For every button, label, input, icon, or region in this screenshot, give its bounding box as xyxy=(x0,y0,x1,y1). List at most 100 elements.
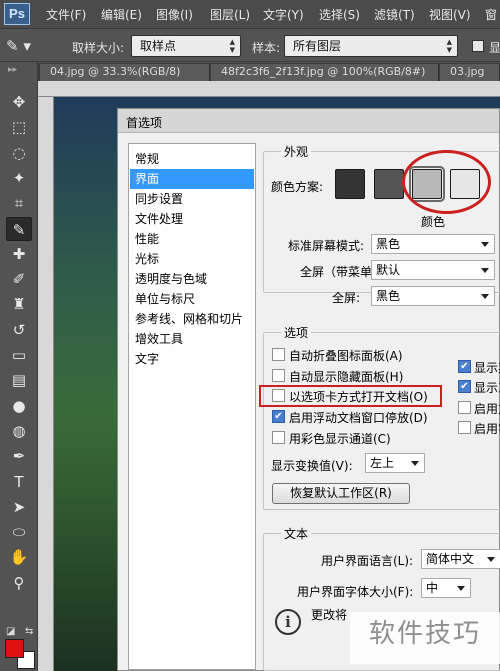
menu-bar: Ps 文件(F) 编辑(E) 图像(I) 图层(L) 文字(Y) 选择(S) 滤… xyxy=(0,0,500,28)
option-checkbox[interactable]: ✔ xyxy=(272,410,285,424)
tab-document-3[interactable]: 03.jpg xyxy=(440,64,500,81)
option-checkbox[interactable] xyxy=(458,420,471,434)
default-colors-icon[interactable]: ◪ xyxy=(6,626,15,637)
zoom-icon[interactable]: ⚲ xyxy=(6,571,32,595)
clone-stamp-icon[interactable]: ♜ xyxy=(6,292,32,316)
menu-layer[interactable]: 图层(L) xyxy=(210,6,250,23)
dropdown-arrow-icon xyxy=(481,294,489,299)
shape-icon[interactable]: ⬭ xyxy=(6,520,32,544)
sidebar-item[interactable]: 常规 xyxy=(135,149,159,169)
ui-language-value: 简体中文 xyxy=(426,552,475,566)
hand-icon[interactable]: ✋ xyxy=(6,545,32,569)
blur-icon[interactable]: ● xyxy=(6,394,32,418)
marquee-icon[interactable]: ⬚ xyxy=(6,115,32,139)
sidebar-item[interactable]: 同步设置 xyxy=(135,189,183,209)
option-checkbox[interactable]: ✔ xyxy=(458,360,471,373)
sidebar-item[interactable]: 透明度与色域 xyxy=(135,269,207,289)
option-checkbox-label: 启用文 xyxy=(474,401,500,416)
eyedropper-icon[interactable]: ✎ xyxy=(6,216,32,241)
dodge-icon[interactable]: ◍ xyxy=(6,419,32,443)
text-group-title: 文本 xyxy=(281,525,312,542)
sidebar-item[interactable]: 单位与标尺 xyxy=(135,289,195,309)
photoshop-logo[interactable]: Ps xyxy=(4,3,30,25)
dialog-title-bar[interactable]: 首选项 xyxy=(118,109,499,133)
menu-window[interactable]: 窗 xyxy=(485,6,497,23)
foreground-color-swatch[interactable] xyxy=(5,639,24,658)
menu-select[interactable]: 选择(S) xyxy=(319,6,360,23)
updown-arrows-icon: ▲ ▼ xyxy=(446,38,452,54)
ui-language-select[interactable]: 简体中文 xyxy=(421,549,500,569)
color-scheme-swatch-dark[interactable] xyxy=(374,169,404,199)
panel-grip-icon[interactable]: ▸▸ xyxy=(8,65,17,75)
ui-language-label: 用户界面语言(L): xyxy=(321,554,414,568)
standard-screen-mode-label: 标准屏幕模式: xyxy=(288,239,365,253)
color-scheme-label: 颜色方案: xyxy=(271,180,324,194)
highlight-ellipse xyxy=(402,150,491,214)
dropdown-arrow-icon xyxy=(481,268,489,273)
menu-image[interactable]: 图像(I) xyxy=(156,6,193,23)
sidebar-item[interactable]: 文字 xyxy=(135,349,159,369)
standard-screen-mode-value: 黑色 xyxy=(376,237,401,251)
fullscreen-select[interactable]: 黑色 xyxy=(371,286,495,306)
brush-icon[interactable]: ✐ xyxy=(6,267,32,291)
dropdown-arrow-icon xyxy=(487,557,495,562)
sidebar-item[interactable]: 性能 xyxy=(135,229,159,249)
horizontal-ruler xyxy=(38,81,500,97)
history-brush-icon[interactable]: ↺ xyxy=(6,318,32,342)
standard-screen-mode-select[interactable]: 黑色 xyxy=(371,234,495,254)
sidebar-item[interactable]: 光标 xyxy=(135,249,159,269)
option-checkbox[interactable] xyxy=(272,348,285,361)
sample-size-select[interactable]: 取样点 ▲ ▼ xyxy=(131,35,241,57)
appearance-group-title: 外观 xyxy=(281,143,312,160)
color-scheme-swatch-darkest[interactable] xyxy=(335,169,365,199)
tools-panel: ▸▸ ✥ ⬚ ◌ ✦ ⌗ ✎ ✚ ✐ ♜ ↺ ▭ ▤ ● ◍ ✒ T ➤ ⬭ ✋ ⚲ xyxy=(0,62,38,671)
option-checkbox[interactable]: ✔ xyxy=(458,380,471,394)
sidebar-item[interactable]: 文件处理 xyxy=(135,209,183,229)
ui-font-size-select[interactable]: 中 xyxy=(421,578,471,598)
gradient-icon[interactable]: ▤ xyxy=(6,368,32,392)
move-icon[interactable]: ✥ xyxy=(6,90,32,114)
healing-brush-icon[interactable]: ✚ xyxy=(6,242,32,266)
dropdown-arrow-icon xyxy=(411,461,419,466)
menu-view[interactable]: 视图(V) xyxy=(429,6,471,23)
eraser-icon[interactable]: ▭ xyxy=(6,343,32,367)
menu-edit[interactable]: 编辑(E) xyxy=(101,6,142,23)
eyedropper-preset-icon[interactable]: ✎ ▾ xyxy=(6,35,48,57)
option-checkbox[interactable] xyxy=(272,368,285,382)
magic-wand-icon[interactable]: ✦ xyxy=(6,166,32,190)
path-selection-icon[interactable]: ➤ xyxy=(6,495,32,519)
sample-size-value: 取样点 xyxy=(140,39,177,53)
menu-filter[interactable]: 滤镜(T) xyxy=(374,6,415,23)
fullscreen-with-menus-select[interactable]: 默认 xyxy=(371,260,495,280)
tab-document-1[interactable]: 04.jpg @ 33.3%(RGB/8) xyxy=(40,64,210,81)
tab-document-2[interactable]: 48f2c3f6_2f13f.jpg @ 100%(RGB/8#) xyxy=(211,64,439,81)
show-ring-checkbox[interactable] xyxy=(472,40,484,52)
sample-value: 所有图层 xyxy=(293,39,342,53)
sample-size-label: 取样大小: xyxy=(72,41,125,55)
vertical-ruler xyxy=(38,97,54,671)
option-checkbox-label: 自动显示隐藏面板(H) xyxy=(289,369,404,384)
option-checkbox-label: 显示菜 xyxy=(474,361,500,375)
highlight-rectangle xyxy=(259,385,442,407)
sidebar-item[interactable]: 增效工具 xyxy=(135,329,183,349)
restore-default-workspaces-button[interactable]: 恢复默认工作区(R) xyxy=(272,483,410,504)
swap-colors-icon[interactable]: ⇆ xyxy=(25,626,33,637)
option-checkbox-label: 显示工 xyxy=(474,381,500,396)
sidebar-item[interactable]: 参考线、网格和切片 xyxy=(135,309,243,329)
preferences-category-list: 常规 界面 同步设置 文件处理 性能 光标 透明度与色域 单位与标尺 参考线、网格和切片 增效工具… xyxy=(128,143,256,670)
menu-type[interactable]: 文字(Y) xyxy=(263,6,304,23)
option-checkbox-label: 自动折叠图标面板(A) xyxy=(289,349,403,363)
pen-icon[interactable]: ✒ xyxy=(6,444,32,468)
option-checkbox[interactable] xyxy=(272,430,285,444)
option-checkbox-label: 启用浮动文档窗口停放(D) xyxy=(289,411,428,426)
dropdown-arrow-icon xyxy=(481,242,489,247)
show-transform-values-select[interactable]: 左上 xyxy=(365,453,425,473)
menu-file[interactable]: 文件(F) xyxy=(46,6,86,23)
crop-icon[interactable]: ⌗ xyxy=(6,191,32,215)
lasso-icon[interactable]: ◌ xyxy=(6,141,32,165)
option-checkbox[interactable] xyxy=(458,400,471,414)
fullscreen-label: 全屏: xyxy=(332,291,361,305)
sidebar-item[interactable]: 界面 xyxy=(130,169,254,189)
type-icon[interactable]: T xyxy=(6,470,32,494)
sample-select[interactable]: 所有图层 ▲ ▼ xyxy=(284,35,458,57)
